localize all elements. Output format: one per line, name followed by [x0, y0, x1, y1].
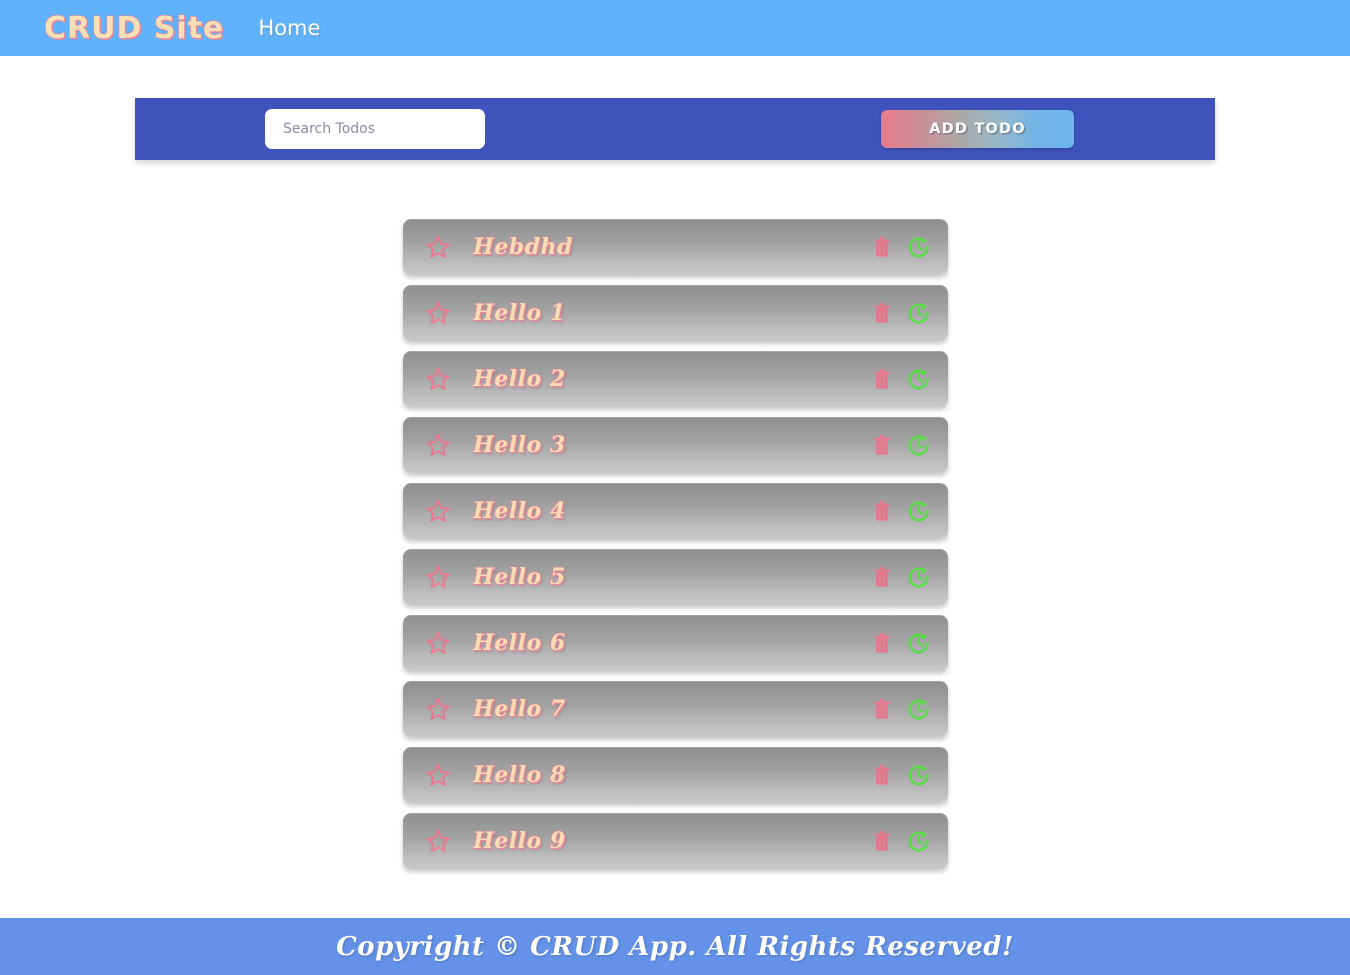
refresh-circular-arrow-icon[interactable] [906, 564, 932, 590]
todo-item[interactable]: Hello 7 [403, 681, 948, 737]
todo-item-label: Hello 6 [473, 630, 566, 656]
todo-item[interactable]: Hello 5 [403, 549, 948, 605]
star-outline-icon[interactable] [425, 498, 451, 524]
todo-item[interactable]: Hello 8 [403, 747, 948, 803]
trash-icon[interactable] [870, 564, 896, 590]
todo-item-label: Hello 9 [473, 828, 566, 854]
footer: Copyright © CRUD App. All Rights Reserve… [0, 918, 1350, 975]
refresh-circular-arrow-icon[interactable] [906, 696, 932, 722]
todo-item-actions [870, 234, 932, 260]
trash-icon[interactable] [870, 498, 896, 524]
todo-item[interactable]: Hello 3 [403, 417, 948, 473]
refresh-circular-arrow-icon[interactable] [906, 498, 932, 524]
trash-icon[interactable] [870, 300, 896, 326]
trash-icon[interactable] [870, 630, 896, 656]
todo-item-actions [870, 630, 932, 656]
refresh-circular-arrow-icon[interactable] [906, 432, 932, 458]
todo-item-actions [870, 696, 932, 722]
star-outline-icon[interactable] [425, 828, 451, 854]
refresh-circular-arrow-icon[interactable] [906, 234, 932, 260]
star-outline-icon[interactable] [425, 762, 451, 788]
trash-icon[interactable] [870, 828, 896, 854]
trash-icon[interactable] [870, 696, 896, 722]
todo-item[interactable]: Hello 1 [403, 285, 948, 341]
todo-item-actions [870, 432, 932, 458]
todo-item-actions [870, 498, 932, 524]
add-todo-button[interactable]: ADD TODO [881, 110, 1074, 148]
todo-item-actions [870, 300, 932, 326]
navbar: CRUD Site Home [0, 0, 1350, 56]
star-outline-icon[interactable] [425, 696, 451, 722]
star-outline-icon[interactable] [425, 630, 451, 656]
todo-item[interactable]: Hello 2 [403, 351, 948, 407]
nav-link-home[interactable]: Home [258, 16, 320, 40]
brand-logo[interactable]: CRUD Site [44, 11, 224, 46]
trash-icon[interactable] [870, 234, 896, 260]
star-outline-icon[interactable] [425, 234, 451, 260]
star-outline-icon[interactable] [425, 300, 451, 326]
todo-item-label: Hello 2 [473, 366, 566, 392]
star-outline-icon[interactable] [425, 432, 451, 458]
todo-item-label: Hebdhd [473, 234, 573, 260]
refresh-circular-arrow-icon[interactable] [906, 630, 932, 656]
toolbar: ADD TODO [135, 98, 1215, 160]
todo-item[interactable]: Hello 4 [403, 483, 948, 539]
todo-item-actions [870, 366, 932, 392]
star-outline-icon[interactable] [425, 366, 451, 392]
todo-item-actions [870, 762, 932, 788]
search-input[interactable] [265, 109, 485, 149]
todo-item-label: Hello 7 [473, 696, 566, 722]
trash-icon[interactable] [870, 762, 896, 788]
todo-item[interactable]: Hello 9 [403, 813, 948, 869]
refresh-circular-arrow-icon[interactable] [906, 366, 932, 392]
refresh-circular-arrow-icon[interactable] [906, 300, 932, 326]
refresh-circular-arrow-icon[interactable] [906, 762, 932, 788]
star-outline-icon[interactable] [425, 564, 451, 590]
todo-item-label: Hello 5 [473, 564, 566, 590]
todo-list: Hebdhd Hello 1 Hello 2 Hello 3 Hello 4 Hello … [403, 219, 948, 879]
todo-item-actions [870, 828, 932, 854]
refresh-circular-arrow-icon[interactable] [906, 828, 932, 854]
todo-item-label: Hello 4 [473, 498, 566, 524]
todo-item-actions [870, 564, 932, 590]
todo-item[interactable]: Hello 6 [403, 615, 948, 671]
todo-item-label: Hello 1 [473, 300, 566, 326]
todo-item-label: Hello 8 [473, 762, 566, 788]
trash-icon[interactable] [870, 432, 896, 458]
todo-item[interactable]: Hebdhd [403, 219, 948, 275]
copyright-text: Copyright © CRUD App. All Rights Reserve… [336, 931, 1014, 962]
trash-icon[interactable] [870, 366, 896, 392]
todo-item-label: Hello 3 [473, 432, 566, 458]
